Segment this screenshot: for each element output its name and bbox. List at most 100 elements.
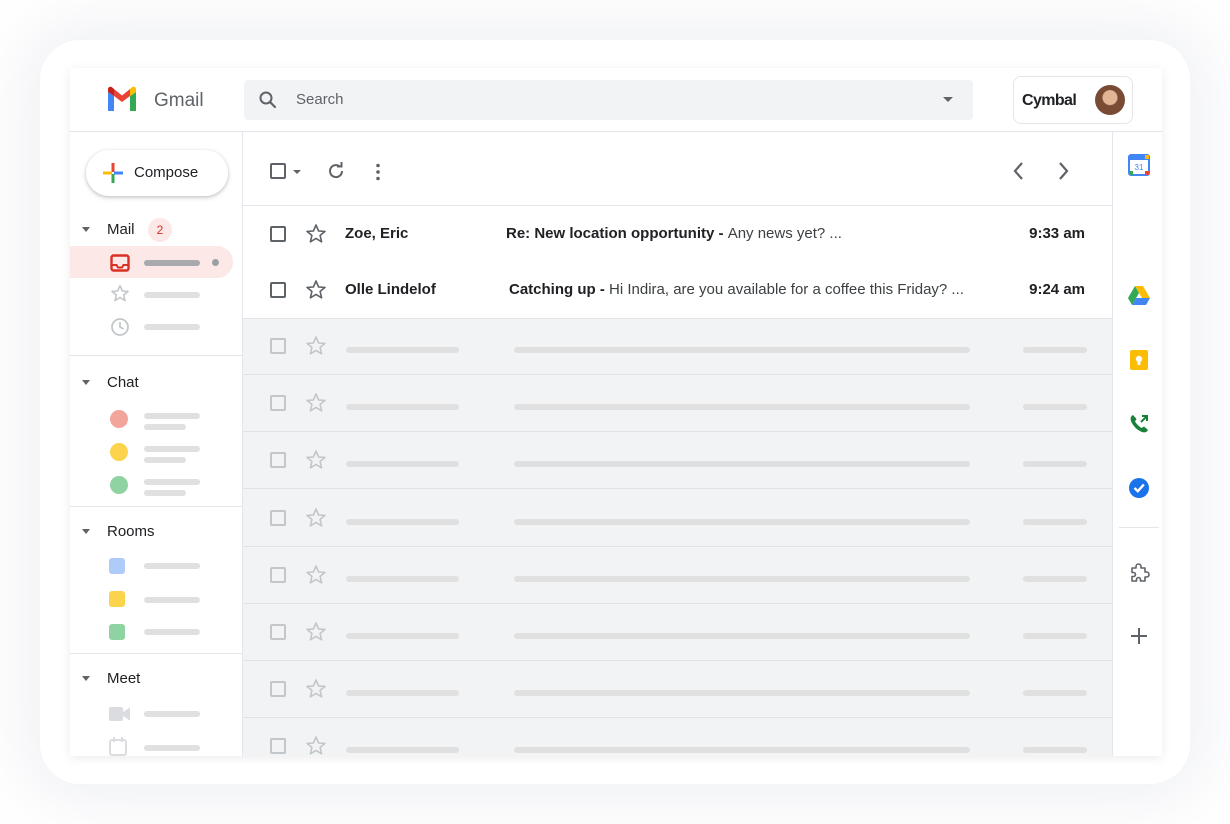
- chat-name-placeholder: [144, 479, 200, 485]
- star-icon[interactable]: [305, 621, 327, 643]
- mail-section-header[interactable]: Mail 2: [70, 218, 243, 242]
- subject-separator: -: [714, 225, 728, 242]
- chat-contact-avatar[interactable]: [110, 476, 128, 494]
- row-checkbox[interactable]: [270, 509, 286, 526]
- star-icon[interactable]: [305, 223, 327, 245]
- star-icon[interactable]: [305, 678, 327, 700]
- star-icon[interactable]: [305, 392, 327, 414]
- divider: [70, 653, 243, 654]
- account-org-name: Cymbal: [1022, 92, 1077, 109]
- star-icon[interactable]: [305, 507, 327, 529]
- row-checkbox[interactable]: [270, 282, 286, 298]
- compose-button[interactable]: Compose: [86, 150, 228, 196]
- caret-down-icon[interactable]: [82, 227, 90, 232]
- subject-placeholder: [514, 404, 970, 411]
- email-row-placeholder[interactable]: [243, 604, 1112, 661]
- sender-placeholder: [346, 747, 459, 754]
- time-placeholder: [1023, 461, 1087, 468]
- search-icon[interactable]: [258, 90, 278, 110]
- email-row-placeholder[interactable]: [243, 375, 1112, 433]
- subject-placeholder: [514, 347, 970, 353]
- room-icon[interactable]: [109, 558, 125, 574]
- caret-down-icon[interactable]: [82, 380, 90, 385]
- drive-icon[interactable]: [1127, 285, 1151, 307]
- room-icon[interactable]: [109, 624, 125, 640]
- chevron-right-icon[interactable]: [1053, 160, 1073, 182]
- row-checkbox[interactable]: [270, 226, 286, 242]
- star-icon[interactable]: [305, 449, 327, 471]
- unread-count-badge: 2: [148, 218, 172, 242]
- email-row-placeholder[interactable]: [243, 490, 1112, 547]
- calendar-small-icon[interactable]: [109, 736, 127, 756]
- row-checkbox[interactable]: [270, 452, 286, 469]
- chat-contact-avatar[interactable]: [110, 410, 128, 428]
- search-options-icon[interactable]: [943, 97, 953, 102]
- subject-separator: -: [595, 281, 610, 298]
- video-camera-icon[interactable]: [109, 706, 131, 722]
- caret-down-icon[interactable]: [82, 529, 90, 534]
- row-checkbox[interactable]: [270, 566, 286, 583]
- chat-preview-placeholder: [144, 424, 186, 430]
- star-icon[interactable]: [305, 564, 327, 586]
- email-row-placeholder[interactable]: [243, 318, 1112, 375]
- star-icon[interactable]: [110, 284, 130, 304]
- add-icon[interactable]: [1129, 626, 1149, 646]
- email-row[interactable]: Zoe, Eric Re: New location opportunity -…: [243, 206, 1112, 263]
- email-row-placeholder[interactable]: [243, 718, 1112, 756]
- gmail-logo-icon[interactable]: [106, 86, 138, 112]
- side-panel-rail: 31: [1112, 132, 1162, 756]
- time-placeholder: [1023, 518, 1087, 525]
- email-subject-line: Catching up - Hi Indira, are you availab…: [509, 281, 964, 298]
- row-checkbox[interactable]: [270, 738, 286, 755]
- voice-icon[interactable]: [1128, 413, 1150, 435]
- chevron-left-icon[interactable]: [1009, 160, 1029, 182]
- subject-placeholder: [514, 575, 970, 582]
- inbox-icon: [110, 254, 130, 272]
- meet-item-placeholder: [144, 745, 200, 751]
- select-all-checkbox[interactable]: [270, 163, 286, 179]
- email-row-placeholder[interactable]: [243, 661, 1112, 719]
- unread-dot: [212, 259, 219, 266]
- email-time: 9:33 am: [1029, 225, 1085, 242]
- sender-placeholder: [346, 518, 459, 525]
- search-bar[interactable]: Search: [244, 80, 973, 120]
- account-switcher[interactable]: Cymbal: [1013, 76, 1133, 124]
- message-list-pane: Zoe, Eric Re: New location opportunity -…: [243, 132, 1112, 756]
- star-icon[interactable]: [305, 335, 327, 357]
- more-options-icon[interactable]: [368, 162, 388, 182]
- calendar-icon[interactable]: 31: [1128, 154, 1150, 176]
- compose-label: Compose: [134, 164, 199, 181]
- chat-preview-placeholder: [144, 490, 186, 496]
- keep-icon[interactable]: [1129, 349, 1149, 371]
- star-icon[interactable]: [305, 279, 327, 301]
- avatar[interactable]: [1095, 85, 1125, 115]
- row-checkbox[interactable]: [270, 681, 286, 698]
- email-snippet: Hi Indira, are you available for a coffe…: [609, 281, 964, 298]
- chat-contact-avatar[interactable]: [110, 443, 128, 461]
- email-row-placeholder[interactable]: [243, 432, 1112, 490]
- tasks-icon[interactable]: [1128, 477, 1150, 499]
- room-name-placeholder: [144, 597, 200, 603]
- star-icon[interactable]: [305, 735, 327, 756]
- svg-text:31: 31: [1135, 163, 1144, 172]
- clock-icon[interactable]: [110, 317, 130, 337]
- addons-icon[interactable]: [1128, 562, 1150, 584]
- search-input[interactable]: Search: [296, 91, 344, 108]
- meet-section-header[interactable]: Meet: [70, 667, 243, 691]
- refresh-icon[interactable]: [326, 161, 346, 181]
- subject-placeholder: [514, 518, 970, 525]
- select-options-icon[interactable]: [293, 170, 301, 174]
- rooms-section-header[interactable]: Rooms: [70, 520, 243, 544]
- subject-placeholder: [514, 633, 970, 639]
- header: Gmail Search Cymbal: [70, 68, 1162, 132]
- email-row[interactable]: Olle Lindelof Catching up - Hi Indira, a…: [243, 262, 1112, 319]
- row-checkbox[interactable]: [270, 624, 286, 640]
- row-checkbox[interactable]: [270, 395, 286, 412]
- room-icon[interactable]: [109, 591, 125, 607]
- row-checkbox[interactable]: [270, 338, 286, 354]
- caret-down-icon[interactable]: [82, 676, 90, 681]
- chat-section-header[interactable]: Chat: [70, 371, 243, 395]
- subject-placeholder: [514, 690, 970, 697]
- meet-section-label: Meet: [107, 670, 141, 687]
- email-row-placeholder[interactable]: [243, 547, 1112, 604]
